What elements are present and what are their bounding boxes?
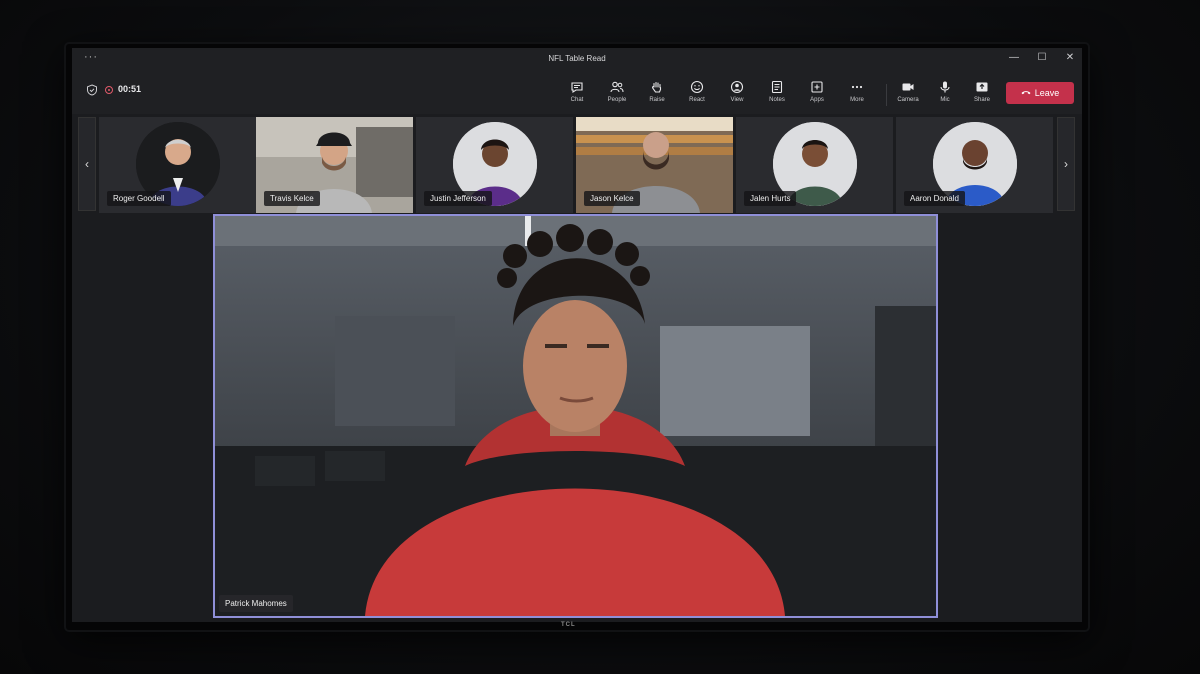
notes-label: Notes [769, 97, 785, 103]
mic-button[interactable]: Mic [927, 80, 963, 110]
camera-icon [902, 83, 914, 91]
title-bar: ··· NFL Table Read — ☐ ✕ [72, 48, 1082, 70]
participant-name: Jalen Hurts [744, 191, 797, 206]
participant-tile-jalen-hurts[interactable]: Jalen Hurts [736, 117, 893, 213]
camera-label: Camera [897, 97, 919, 103]
shield-icon [87, 84, 97, 96]
close-button[interactable]: ✕ [1062, 51, 1078, 65]
notes-icon [771, 80, 783, 94]
notes-button[interactable]: Notes [759, 80, 795, 110]
maximize-button[interactable]: ☐ [1034, 51, 1050, 65]
participant-tile-roger-goodell[interactable]: Roger Goodell [99, 117, 256, 213]
apps-button[interactable]: Apps [799, 80, 835, 110]
react-label: React [689, 97, 705, 103]
apps-icon [811, 81, 823, 93]
participant-name: Justin Jefferson [424, 191, 492, 206]
participant-tile-travis-kelce[interactable]: Travis Kelce [256, 117, 413, 213]
react-button[interactable]: React [679, 80, 715, 110]
participant-name: Aaron Donald [904, 191, 965, 206]
toolbar-divider [886, 84, 887, 106]
meeting-toolbar: 00:51 Chat People Raise React View Notes… [72, 70, 1082, 114]
mic-icon [940, 81, 950, 93]
participant-name: Roger Goodell [107, 191, 171, 206]
participant-tile-justin-jefferson[interactable]: Justin Jefferson [416, 117, 573, 213]
participant-strip: ‹ Roger Goodell Travis Kelce Justin Jeff… [72, 114, 1082, 214]
participant-tile-jason-kelce[interactable]: Jason Kelce [576, 117, 733, 213]
main-speaker-video[interactable]: Patrick Mahomes [213, 214, 938, 618]
monitor-brand-logo: TCL [561, 622, 576, 628]
teams-window: ··· NFL Table Read — ☐ ✕ 00:51 Chat Peop… [72, 48, 1082, 622]
people-button[interactable]: People [599, 80, 635, 110]
mic-label: Mic [940, 97, 950, 103]
monitor: ··· NFL Table Read — ☐ ✕ 00:51 Chat Peop… [66, 44, 1088, 630]
minimize-button[interactable]: — [1006, 51, 1022, 65]
prev-participants-button[interactable]: ‹ [78, 117, 96, 211]
participant-name: Jason Kelce [584, 191, 640, 206]
participant-name: Travis Kelce [264, 191, 320, 206]
more-label: More [850, 97, 864, 103]
chat-icon [571, 82, 583, 94]
speaker-video-feed [215, 216, 936, 616]
raise-label: Raise [649, 97, 665, 103]
chat-button[interactable]: Chat [559, 80, 595, 110]
phone-hangup-icon [1021, 91, 1031, 95]
more-icon [851, 85, 863, 89]
raise-hand-icon [652, 81, 662, 93]
recording-icon [105, 86, 113, 94]
window-title: NFL Table Read [548, 54, 606, 63]
share-icon [976, 82, 988, 92]
view-label: View [730, 97, 744, 103]
more-button[interactable]: More [839, 80, 875, 110]
people-icon [610, 81, 624, 93]
chat-label: Chat [570, 97, 584, 103]
main-speaker-name: Patrick Mahomes [219, 595, 293, 612]
camera-button[interactable]: Camera [890, 80, 926, 110]
react-icon [690, 80, 704, 94]
raise-hand-button[interactable]: Raise [639, 80, 675, 110]
meeting-timer: 00:51 [118, 84, 142, 94]
view-button[interactable]: View [719, 80, 755, 110]
leave-label: Leave [1034, 88, 1060, 98]
apps-label: Apps [810, 97, 824, 103]
leave-button[interactable]: Leave [1006, 82, 1074, 104]
share-label: Share [973, 97, 990, 103]
participant-tile-aaron-donald[interactable]: Aaron Donald [896, 117, 1053, 213]
view-icon [730, 80, 744, 94]
people-label: People [607, 97, 627, 103]
next-participants-button[interactable]: › [1057, 117, 1075, 211]
share-button[interactable]: Share [964, 80, 1000, 110]
